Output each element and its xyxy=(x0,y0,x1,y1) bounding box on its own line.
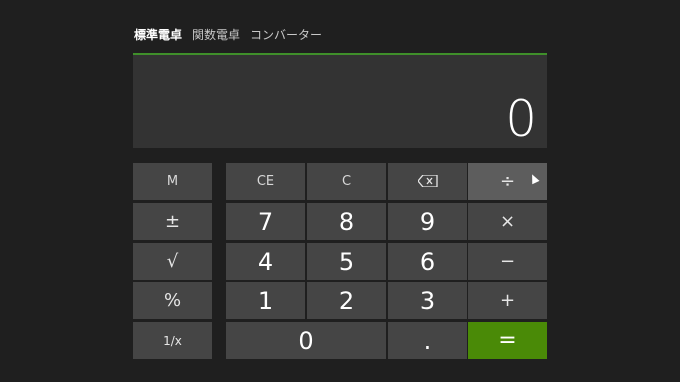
digit-3-button[interactable]: 3 xyxy=(388,282,467,319)
digit-9-button[interactable]: 9 xyxy=(388,203,467,240)
reciprocal-button[interactable]: 1/x xyxy=(133,322,212,359)
backspace-icon xyxy=(416,172,438,191)
digit-7-button[interactable]: 7 xyxy=(226,203,305,240)
percent-button[interactable]: % xyxy=(133,282,212,319)
clear-entry-button[interactable]: CE xyxy=(226,163,305,200)
memory-button[interactable]: M xyxy=(133,163,212,200)
digit-8-button[interactable]: 8 xyxy=(307,203,386,240)
multiply-button[interactable]: × xyxy=(468,203,547,240)
tab-converter[interactable]: コンバーター xyxy=(250,26,322,43)
digit-6-button[interactable]: 6 xyxy=(388,243,467,280)
display-value: 0 xyxy=(505,90,537,148)
digit-1-button[interactable]: 1 xyxy=(226,282,305,319)
add-button[interactable]: + xyxy=(468,282,547,319)
digit-4-button[interactable]: 4 xyxy=(226,243,305,280)
clear-button[interactable]: C xyxy=(307,163,386,200)
digit-5-button[interactable]: 5 xyxy=(307,243,386,280)
sqrt-button[interactable]: √ xyxy=(133,243,212,280)
tab-scientific[interactable]: 関数電卓 xyxy=(192,26,240,43)
decimal-button[interactable]: . xyxy=(388,322,467,359)
mode-tabs: 標準電卓 関数電卓 コンバーター xyxy=(134,26,322,43)
equals-button[interactable]: = xyxy=(468,322,547,359)
backspace-button[interactable] xyxy=(388,163,467,200)
negate-button[interactable]: ± xyxy=(133,203,212,240)
digit-2-button[interactable]: 2 xyxy=(307,282,386,319)
subtract-button[interactable]: − xyxy=(468,243,547,280)
tab-standard[interactable]: 標準電卓 xyxy=(134,26,182,43)
digit-0-button[interactable]: 0 xyxy=(226,322,386,359)
calculator-display: 0 xyxy=(133,53,547,148)
